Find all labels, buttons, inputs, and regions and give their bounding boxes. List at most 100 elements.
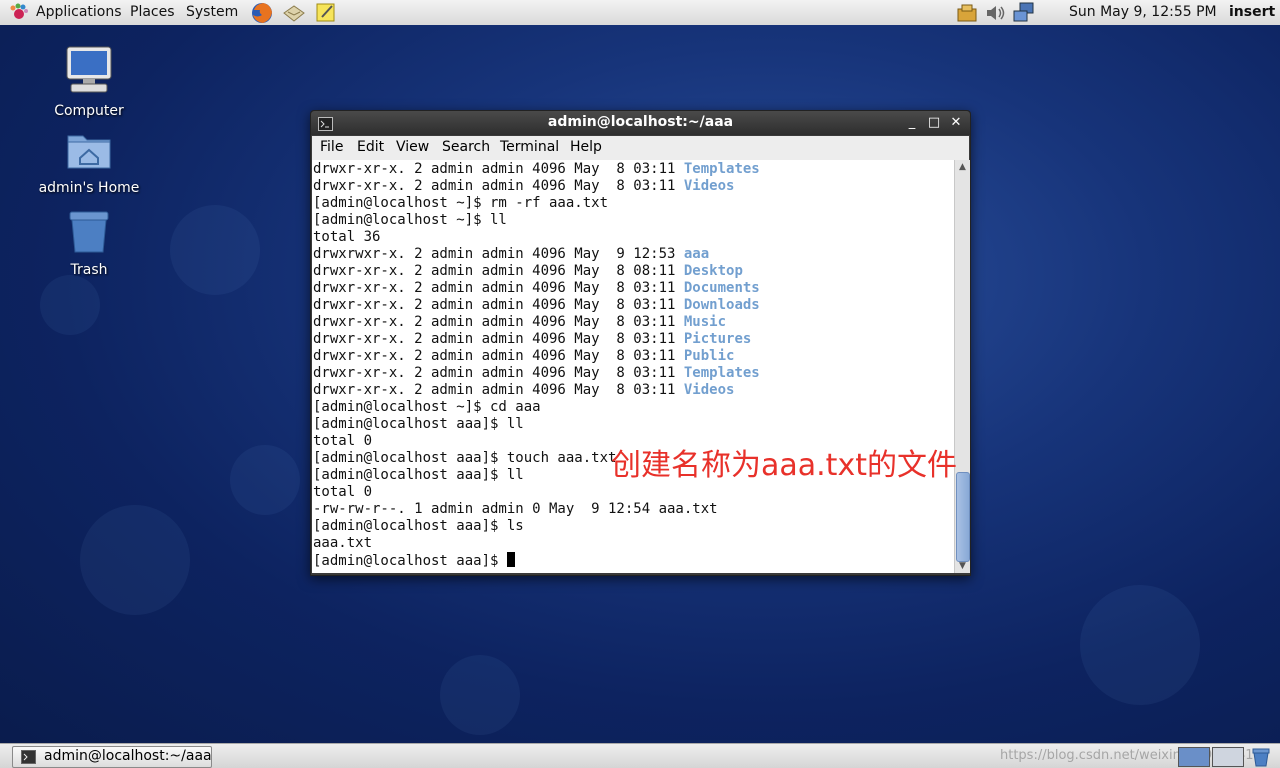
terminal-output[interactable]: drwxr-xr-x. 2 admin admin 4096 May 8 03:… [312,160,954,573]
line-text: total 0 [313,484,373,500]
line-text: drwxr-xr-x. 2 admin admin 4096 May 8 03:… [313,331,684,347]
line-text: drwxrwxr-x. 2 admin admin 4096 May 9 12:… [313,246,684,262]
terminal-window[interactable]: admin@localhost:~/aaa _ □ ✕ File Edit Vi… [310,110,971,576]
volume-icon[interactable] [984,1,1006,23]
terminal-line: drwxr-xr-x. 2 admin admin 4096 May 8 03:… [313,161,760,178]
line-text: [admin@localhost ~]$ cd aaa [313,399,541,415]
desktop-icon-label: admin's Home [38,180,140,196]
menu-system[interactable]: System [186,3,238,22]
terminal-line: drwxr-xr-x. 2 admin admin 4096 May 8 08:… [313,263,760,280]
terminal-line: drwxr-xr-x. 2 admin admin 4096 May 8 03:… [313,297,760,314]
mail-launcher-icon[interactable] [282,1,305,23]
line-text: drwxr-xr-x. 2 admin admin 4096 May 8 03:… [313,161,684,177]
directory-name: Public [683,348,735,364]
terminal-line: drwxr-xr-x. 2 admin admin 4096 May 8 03:… [313,365,760,382]
line-text: drwxr-xr-x. 2 admin admin 4096 May 8 03:… [313,178,684,194]
menu-view[interactable]: View [396,139,429,155]
desktop-icon-trash[interactable]: Trash [34,208,144,278]
terminal-line: drwxr-xr-x. 2 admin admin 4096 May 8 03:… [313,331,760,348]
menu-search[interactable]: Search [442,139,490,155]
terminal-icon [21,750,36,768]
trash-applet-icon[interactable] [1250,747,1272,768]
taskbar-window-button[interactable]: admin@localhost:~/aaa [12,746,212,768]
terminal-line: [admin@localhost ~]$ ll [313,212,760,229]
close-icon[interactable]: ✕ [947,114,965,132]
bottom-panel: admin@localhost:~/aaa https://blog.csdn.… [0,743,1280,768]
line-text: [admin@localhost aaa]$ ll [313,467,524,483]
scroll-up-icon[interactable]: ▲ [955,160,970,174]
line-text: -rw-rw-r--. 1 admin admin 0 May 9 12:54 … [313,501,718,517]
menu-help[interactable]: Help [570,139,602,155]
directory-name: Music [683,314,727,330]
line-text: [admin@localhost aaa]$ [313,553,507,569]
terminal-line: [admin@localhost aaa]$ ls [313,518,760,535]
desktop-icon-home[interactable]: admin's Home [34,128,144,196]
terminal-line: drwxr-xr-x. 2 admin admin 4096 May 8 03:… [313,178,760,195]
terminal-line: drwxr-xr-x. 2 admin admin 4096 May 8 03:… [313,348,760,365]
terminal-line: drwxrwxr-x. 2 admin admin 4096 May 9 12:… [313,246,760,263]
line-text: drwxr-xr-x. 2 admin admin 4096 May 8 03:… [313,280,684,296]
directory-name: Templates [683,161,760,177]
workspace-2[interactable] [1212,747,1244,767]
menu-terminal[interactable]: Terminal [500,139,559,155]
gnome-foot-icon[interactable] [8,2,30,21]
line-text: drwxr-xr-x. 2 admin admin 4096 May 8 08:… [313,263,684,279]
terminal-menubar: File Edit View Search Terminal Help [312,136,969,160]
line-text: drwxr-xr-x. 2 admin admin 4096 May 8 03:… [313,348,684,364]
notes-launcher-icon[interactable] [314,1,336,23]
workspace-1[interactable] [1178,747,1210,767]
terminal-line: drwxr-xr-x. 2 admin admin 4096 May 8 03:… [313,382,760,399]
scroll-thumb[interactable] [956,472,970,562]
directory-name: Desktop [683,263,743,279]
line-text: total 36 [313,229,381,245]
line-text: [admin@localhost aaa]$ ll [313,416,524,432]
terminal-line: [admin@localhost ~]$ rm -rf aaa.txt [313,195,760,212]
directory-name: aaa [683,246,710,262]
firefox-launcher-icon[interactable] [250,1,272,23]
directory-name: Templates [683,365,760,381]
menu-edit[interactable]: Edit [357,139,384,155]
directory-name: Videos [683,382,735,398]
window-title: admin@localhost:~/aaa [547,114,734,130]
terminal-line: [admin@localhost aaa]$ ll [313,416,760,433]
line-text: [admin@localhost ~]$ ll [313,212,507,228]
directory-name: Downloads [683,297,760,313]
keyboard-mode-indicator: insert [1229,4,1276,20]
line-text: [admin@localhost aaa]$ ls [313,518,524,534]
terminal-line: [admin@localhost ~]$ cd aaa [313,399,760,416]
terminal-line: aaa.txt [313,535,760,552]
terminal-lines: drwxr-xr-x. 2 admin admin 4096 May 8 03:… [313,161,760,569]
top-panel: Applications Places System Sun May 9, 12… [0,0,1280,26]
terminal-line: drwxr-xr-x. 2 admin admin 4096 May 8 03:… [313,280,760,297]
annotation-text: 创建名称为aaa.txt的文件 [611,448,957,483]
terminal-line: drwxr-xr-x. 2 admin admin 4096 May 8 03:… [313,314,760,331]
terminal-titlebar[interactable]: admin@localhost:~/aaa _ □ ✕ [311,111,970,135]
line-text: [admin@localhost aaa]$ touch aaa.txt [313,450,617,466]
desktop-icon-computer[interactable]: Computer [34,45,144,119]
scrollbar[interactable]: ▲ ▼ [954,160,970,573]
network-icon[interactable] [1012,1,1034,23]
minimize-icon[interactable]: _ [903,114,921,132]
terminal-line: total 0 [313,484,760,501]
update-icon[interactable] [955,1,977,23]
menu-file[interactable]: File [320,139,343,155]
maximize-icon[interactable]: □ [925,114,943,132]
home-folder-icon [65,135,113,176]
scroll-down-icon[interactable]: ▼ [955,559,970,573]
line-text: aaa.txt [313,535,373,551]
terminal-line: total 36 [313,229,760,246]
clock[interactable]: Sun May 9, 12:55 PM [1069,3,1217,22]
menu-applications[interactable]: Applications [36,3,122,22]
menu-places[interactable]: Places [130,3,175,22]
line-text: [admin@localhost ~]$ rm -rf aaa.txt [313,195,609,211]
line-text: drwxr-xr-x. 2 admin admin 4096 May 8 03:… [313,297,684,313]
desktop-icon-label: Computer [54,103,124,119]
terminal-line: -rw-rw-r--. 1 admin admin 0 May 9 12:54 … [313,501,760,518]
text-cursor [506,552,515,567]
line-text: drwxr-xr-x. 2 admin admin 4096 May 8 03:… [313,365,684,381]
desktop-icon-label: Trash [70,262,108,278]
trash-icon [66,211,112,258]
directory-name: Videos [683,178,735,194]
line-text: drwxr-xr-x. 2 admin admin 4096 May 8 03:… [313,382,684,398]
computer-icon [63,46,115,99]
